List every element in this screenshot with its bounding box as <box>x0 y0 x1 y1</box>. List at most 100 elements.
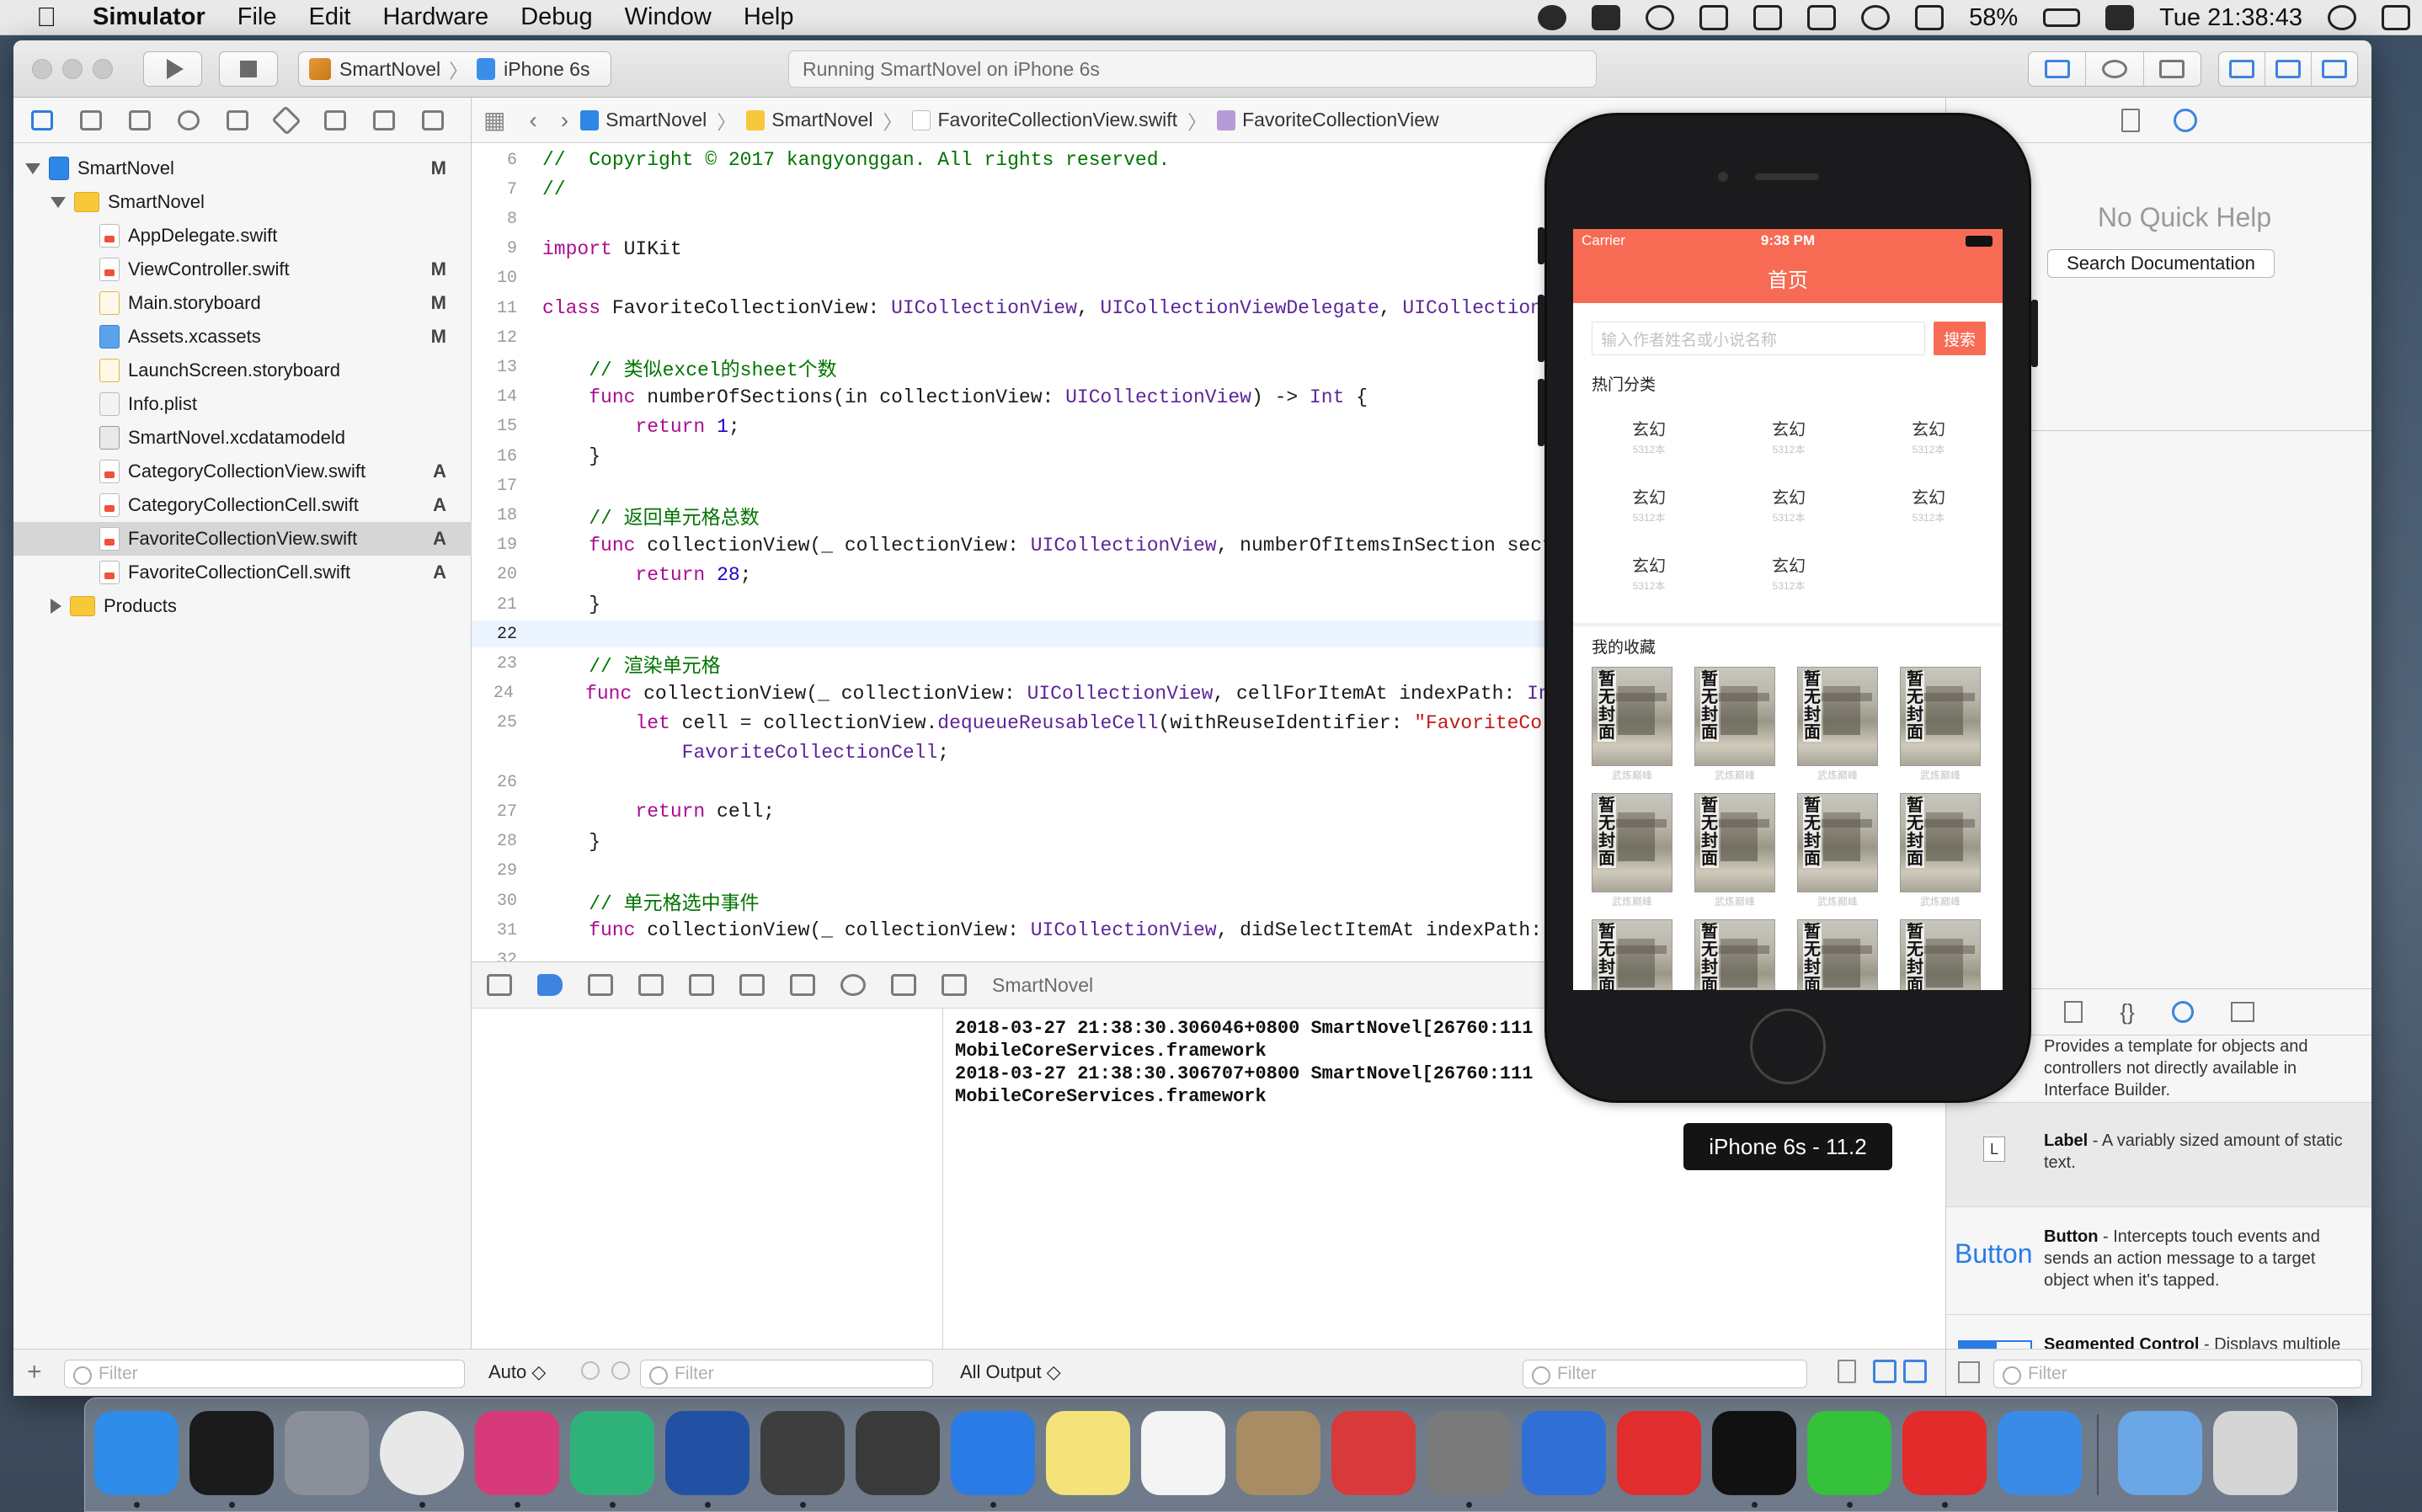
debug-target[interactable]: SmartNovel <box>992 974 1093 997</box>
line-number[interactable]: 17 <box>472 476 517 496</box>
code-text[interactable]: FavoriteCollectionCell; <box>542 742 949 764</box>
window-zoom-button[interactable] <box>93 59 113 79</box>
code-text[interactable]: func collectionView(_ collectionView: UI… <box>542 919 1693 941</box>
file-tree-item[interactable]: FavoriteCollectionView.swift A <box>13 522 472 556</box>
file-tree-item[interactable]: SmartNovel.xcdatamodeld <box>13 421 472 455</box>
chrome-icon[interactable] <box>380 1411 464 1495</box>
standard-editor-button[interactable] <box>2029 52 2087 86</box>
line-number[interactable]: 12 <box>472 328 517 348</box>
power-button[interactable] <box>2031 300 2038 367</box>
line-number[interactable]: 15 <box>472 417 517 436</box>
step-out-icon[interactable] <box>739 974 765 996</box>
line-number[interactable]: 16 <box>472 447 517 466</box>
library-item-label[interactable]: L Label - A variably sized amount of sta… <box>1946 1103 2371 1207</box>
notification-bell-icon[interactable] <box>1538 5 1567 30</box>
eye-icon[interactable] <box>581 1361 600 1380</box>
category-item[interactable]: 玄幻 5312本 <box>1607 552 1691 593</box>
file-tree-item[interactable]: Assets.xcassets M <box>13 320 472 354</box>
volume-up-button[interactable] <box>1538 295 1544 362</box>
line-number[interactable]: 25 <box>472 713 517 732</box>
window-manager-icon[interactable] <box>1807 5 1837 30</box>
menu-clock[interactable]: Tue 21:38:43 <box>2159 4 2302 32</box>
menu-hardware[interactable]: Hardware <box>382 3 488 31</box>
console-filter-input[interactable]: Filter <box>1523 1360 1807 1388</box>
pause-icon[interactable] <box>588 974 613 996</box>
xcode-beta-icon[interactable] <box>1998 1411 2082 1495</box>
archive-icon[interactable] <box>1236 1411 1320 1495</box>
line-number[interactable]: 20 <box>472 565 517 584</box>
file-tree-item[interactable]: SmartNovel <box>13 185 472 219</box>
toggle-debug-button[interactable] <box>2265 52 2312 86</box>
grid-view-icon[interactable] <box>1958 1361 1980 1383</box>
grid-app-icon[interactable] <box>1753 5 1783 30</box>
typora-icon[interactable] <box>856 1411 940 1495</box>
media-library-icon[interactable] <box>2230 1002 2254 1022</box>
netease-music-icon[interactable] <box>1902 1411 1987 1495</box>
toggle-utilities-button[interactable] <box>2312 52 2357 86</box>
code-text[interactable]: // <box>542 178 566 200</box>
file-tree-item[interactable]: CategoryCollectionView.swift A <box>13 455 472 488</box>
menu-file[interactable]: File <box>237 3 277 31</box>
variables-view[interactable] <box>472 1009 943 1349</box>
category-item[interactable]: 玄幻 5312本 <box>1747 552 1831 593</box>
jumpbar-symbol[interactable]: FavoriteCollectionView <box>1242 109 1439 131</box>
issue-navigator-tab[interactable] <box>217 104 258 137</box>
variables-filter-input[interactable]: Filter <box>640 1360 933 1388</box>
navigator-filter-input[interactable]: Filter <box>64 1360 465 1388</box>
favorite-book[interactable]: 暂无封面武炼巅峰 <box>1797 919 1878 990</box>
sublime-icon[interactable] <box>760 1411 845 1495</box>
favorite-book[interactable]: 暂无封面武炼巅峰 <box>1694 793 1775 908</box>
split-left-icon[interactable] <box>1873 1360 1897 1383</box>
source-control-tab[interactable] <box>71 104 111 137</box>
menu-debug[interactable]: Debug <box>520 3 592 31</box>
view-debugger-icon[interactable] <box>790 974 815 996</box>
category-item[interactable]: 玄幻 5312本 <box>1747 484 1831 524</box>
code-text[interactable]: import UIKit <box>542 238 682 260</box>
wifi-icon[interactable] <box>1861 5 1891 30</box>
code-text[interactable]: // 单元格选中事件 <box>542 886 759 915</box>
file-tree-item[interactable]: SmartNovel M <box>13 152 472 185</box>
file-tree-item[interactable]: Main.storyboard M <box>13 286 472 320</box>
favorite-book[interactable]: 暂无封面武炼巅峰 <box>1592 793 1672 908</box>
favorite-book[interactable]: 暂无封面武炼巅峰 <box>1900 667 1981 782</box>
code-text[interactable]: // 渲染单元格 <box>542 649 720 678</box>
code-text[interactable]: } <box>542 831 600 853</box>
line-number[interactable]: 24 <box>472 684 514 703</box>
window-close-button[interactable] <box>32 59 52 79</box>
sourcetree-icon[interactable] <box>665 1411 750 1495</box>
breakpoints-toggle-icon[interactable] <box>537 974 563 996</box>
code-snippet-icon[interactable]: {} <box>2120 999 2134 1025</box>
disclosure-triangle-icon[interactable] <box>51 196 66 208</box>
category-item[interactable]: 玄幻 5312本 <box>1886 416 1971 456</box>
line-number[interactable]: 19 <box>472 535 517 555</box>
volume-down-button[interactable] <box>1538 379 1544 446</box>
system-preferences-icon[interactable] <box>1427 1411 1511 1495</box>
auto-variables-select[interactable]: Auto ◇ <box>488 1361 546 1383</box>
battery-percent[interactable]: 58% <box>1969 4 2018 32</box>
quick-help-icon[interactable] <box>2173 108 2197 132</box>
line-number[interactable]: 8 <box>472 210 517 229</box>
line-number[interactable]: 28 <box>472 832 517 851</box>
code-text[interactable]: // 返回单元格总数 <box>542 501 759 530</box>
wechat-status-icon[interactable] <box>1699 5 1729 30</box>
intellij-icon[interactable] <box>475 1411 559 1495</box>
line-number[interactable]: 27 <box>472 802 517 822</box>
favorite-book[interactable]: 暂无封面武炼巅峰 <box>1797 667 1878 782</box>
hide-debug-area-icon[interactable] <box>487 974 512 996</box>
report-navigator-tab[interactable] <box>413 104 453 137</box>
memory-graph-icon[interactable] <box>840 974 866 996</box>
novel-search-input[interactable]: 输入作者姓名或小说名称 <box>1592 322 1925 355</box>
code-text[interactable]: // Copyright © 2017 kangyonggan. All rig… <box>542 149 1170 171</box>
line-number[interactable]: 21 <box>472 595 517 615</box>
code-text[interactable]: func numberOfSections(in collectionView:… <box>542 386 1368 408</box>
split-right-icon[interactable] <box>1903 1360 1927 1383</box>
notes-icon[interactable] <box>1046 1411 1130 1495</box>
home-button[interactable] <box>1750 1009 1826 1084</box>
run-button[interactable] <box>143 51 202 87</box>
line-number[interactable]: 22 <box>472 625 517 644</box>
disclosure-triangle-icon[interactable] <box>25 162 40 174</box>
code-text[interactable]: // 类似excel的sheet个数 <box>542 353 836 381</box>
toggle-navigator-button[interactable] <box>2219 52 2265 86</box>
stop-button[interactable] <box>219 51 278 87</box>
reminders-icon[interactable] <box>1141 1411 1225 1495</box>
